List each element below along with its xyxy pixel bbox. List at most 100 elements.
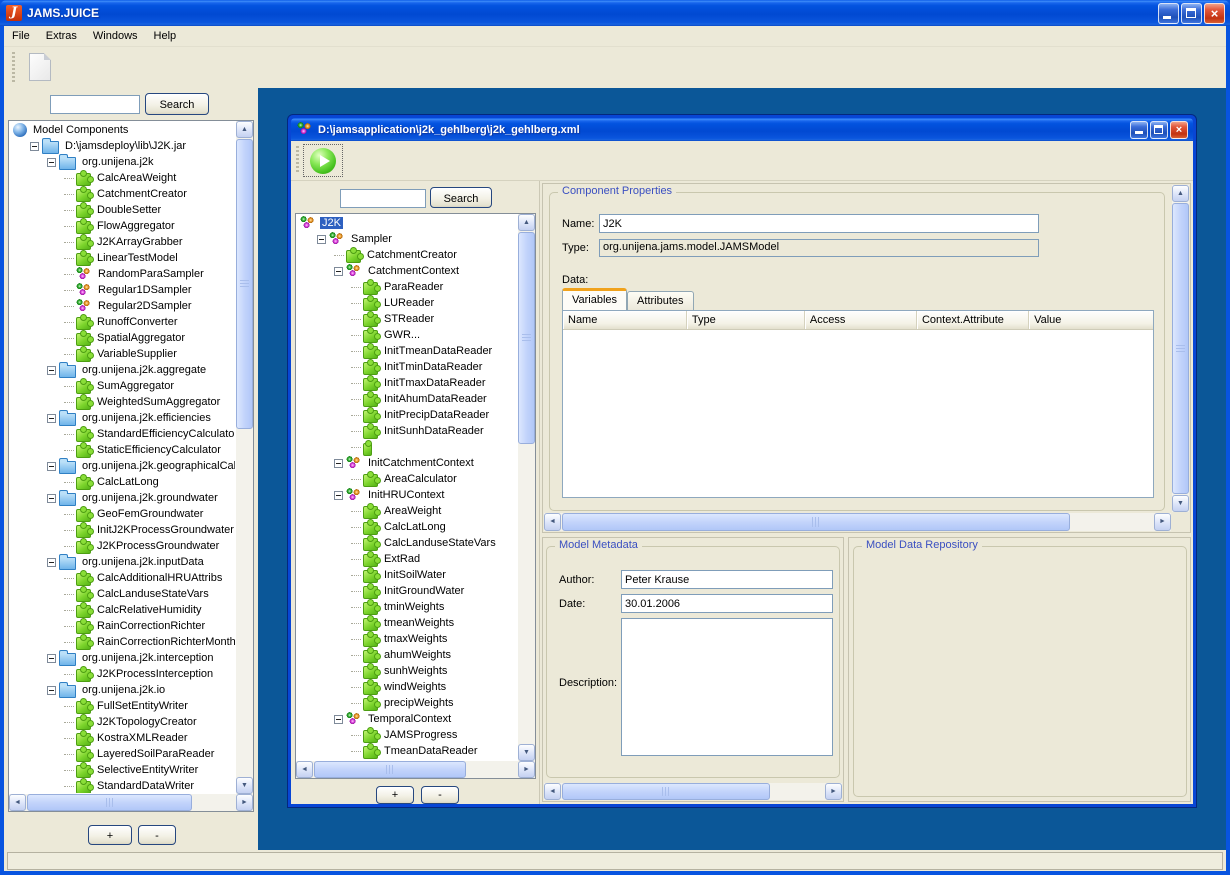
tree-item[interactable]: InitHRUContext	[297, 487, 517, 503]
tree-expander-icon[interactable]	[47, 414, 56, 423]
scroll-up-button[interactable]: ▲	[1172, 185, 1189, 202]
author-input[interactable]	[621, 570, 833, 589]
tree-item[interactable]: tmeanWeights	[297, 615, 517, 631]
component-library-tree[interactable]: Model ComponentsD:\jamsdeploy\lib\J2K.ja…	[8, 120, 254, 812]
tree-item[interactable]: AreaWeight	[297, 503, 517, 519]
scroll-left-button[interactable]: ◄	[296, 761, 313, 778]
vertical-scrollbar[interactable]: ▲ ▼	[236, 121, 253, 794]
tree-item[interactable]: InitTmeanDataReader	[297, 343, 517, 359]
tree-item[interactable]: InitPrecipDataReader	[297, 407, 517, 423]
tab-variables[interactable]: Variables	[562, 288, 627, 310]
tree-item[interactable]: tmaxWeights	[297, 631, 517, 647]
model-structure-tree[interactable]: J2KSamplerCatchmentCreatorCatchmentConte…	[295, 213, 536, 779]
tree-item[interactable]: D:\jamsdeploy\lib\J2K.jar	[10, 138, 235, 154]
tree-item[interactable]: J2KProcessInterception	[10, 666, 235, 682]
tree-item[interactable]: WeightedSumAggregator	[10, 394, 235, 410]
tab-attributes[interactable]: Attributes	[627, 291, 693, 310]
add-component-button[interactable]: +	[88, 825, 132, 845]
tree-item[interactable]: LUReader	[297, 295, 517, 311]
description-textarea[interactable]	[621, 618, 833, 756]
tree-item[interactable]: CalcAdditionalHRUAttribs	[10, 570, 235, 586]
tree-item[interactable]: tminWeights	[297, 599, 517, 615]
tree-item[interactable]: TmeanDataReader	[297, 743, 517, 759]
tree-item[interactable]: InitCatchmentContext	[297, 455, 517, 471]
run-model-button[interactable]	[303, 144, 343, 177]
tree-item[interactable]: GeoFemGroundwater	[10, 506, 235, 522]
library-search-input[interactable]	[50, 95, 140, 114]
tree-expander-icon[interactable]	[47, 494, 56, 503]
column-header-name[interactable]: Name	[563, 311, 687, 329]
tree-item[interactable]: CatchmentCreator	[297, 247, 517, 263]
horizontal-scrollbar[interactable]: ◄ ►	[9, 794, 253, 811]
maximize-button[interactable]	[1181, 3, 1202, 24]
tree-item[interactable]: CalcAreaWeight	[10, 170, 235, 186]
scroll-right-button[interactable]: ►	[1154, 513, 1171, 531]
tree-item[interactable]: RainCorrectionRichterMonthly	[10, 634, 235, 650]
title-bar[interactable]: J JAMS.JUICE ×	[0, 0, 1230, 26]
tree-item[interactable]: InitSoilWater	[297, 567, 517, 583]
tree-item[interactable]: J2KArrayGrabber	[10, 234, 235, 250]
add-node-button[interactable]: +	[376, 786, 414, 804]
tree-item[interactable]: org.unijena.j2k.groundwater	[10, 490, 235, 506]
tree-expander-icon[interactable]	[47, 686, 56, 695]
scrollbar-thumb[interactable]	[562, 783, 770, 800]
tree-item[interactable]: org.unijena.j2k.io	[10, 682, 235, 698]
tree-expander-icon[interactable]	[47, 462, 56, 471]
tree-item[interactable]: CalcLanduseStateVars	[10, 586, 235, 602]
tree-item[interactable]: StandardDataWriter	[10, 778, 235, 793]
tree-item[interactable]: J2KProcessGroundwater	[10, 538, 235, 554]
tree-item[interactable]: StandardEfficiencyCalculator	[10, 426, 235, 442]
scroll-right-button[interactable]: ►	[236, 794, 253, 811]
tree-item[interactable]: InitTminDataReader	[297, 359, 517, 375]
scrollbar-thumb[interactable]	[1172, 203, 1189, 494]
tree-expander-icon[interactable]	[334, 715, 343, 724]
horizontal-scrollbar[interactable]: ◄ ►	[544, 783, 842, 800]
tree-expander-icon[interactable]	[30, 142, 39, 151]
tree-item[interactable]: InitTmaxDataReader	[297, 375, 517, 391]
column-header-type[interactable]: Type	[687, 311, 805, 329]
tree-item[interactable]	[297, 439, 517, 455]
component-name-input[interactable]	[599, 214, 1039, 233]
menu-extras[interactable]: Extras	[38, 27, 85, 45]
tree-item[interactable]: JAMSProgress	[297, 727, 517, 743]
tree-item[interactable]: RunoffConverter	[10, 314, 235, 330]
tree-item[interactable]: TemporalContext	[297, 711, 517, 727]
tree-expander-icon[interactable]	[47, 158, 56, 167]
tree-expander-icon[interactable]	[334, 267, 343, 276]
menu-windows[interactable]: Windows	[85, 27, 146, 45]
scroll-right-button[interactable]: ►	[825, 783, 842, 800]
tree-item[interactable]: ParaReader	[297, 279, 517, 295]
tree-item[interactable]: Regular2DSampler	[10, 298, 235, 314]
toolbar-grip[interactable]	[12, 52, 15, 82]
tree-item[interactable]: StaticEfficiencyCalculator	[10, 442, 235, 458]
tree-item[interactable]: InitSunhDataReader	[297, 423, 517, 439]
tree-item[interactable]: org.unijena.j2k.interception	[10, 650, 235, 666]
remove-component-button[interactable]: -	[138, 825, 176, 845]
tree-item[interactable]: InitAhumDataReader	[297, 391, 517, 407]
model-search-input[interactable]	[340, 189, 426, 208]
tree-item[interactable]: SumAggregator	[10, 378, 235, 394]
tree-expander-icon[interactable]	[334, 491, 343, 500]
scrollbar-thumb[interactable]	[562, 513, 1070, 531]
horizontal-scrollbar[interactable]: ◄ ►	[296, 761, 535, 778]
child-close-button[interactable]: ×	[1170, 121, 1188, 139]
tree-item[interactable]: CatchmentContext	[297, 263, 517, 279]
library-search-button[interactable]: Search	[145, 93, 209, 115]
menu-file[interactable]: File	[4, 27, 38, 45]
model-search-button[interactable]: Search	[430, 187, 492, 208]
scroll-left-button[interactable]: ◄	[9, 794, 26, 811]
toolbar-grip[interactable]	[296, 146, 299, 174]
scroll-down-button[interactable]: ▼	[1172, 495, 1189, 512]
tree-item[interactable]: CatchmentCreator	[10, 186, 235, 202]
tree-item[interactable]: RainCorrectionRichter	[10, 618, 235, 634]
tree-item[interactable]: CalcLatLong	[297, 519, 517, 535]
tree-item[interactable]: CalcLanduseStateVars	[297, 535, 517, 551]
scrollbar-thumb[interactable]	[236, 139, 253, 429]
vertical-scrollbar[interactable]: ▲ ▼	[1172, 185, 1189, 512]
tree-item[interactable]: RandomParaSampler	[10, 266, 235, 282]
child-minimize-button[interactable]	[1130, 121, 1148, 139]
tree-item[interactable]: Regular1DSampler	[10, 282, 235, 298]
scroll-right-button[interactable]: ►	[518, 761, 535, 778]
tree-item[interactable]: J2K	[297, 215, 517, 231]
scrollbar-thumb[interactable]	[27, 794, 192, 811]
